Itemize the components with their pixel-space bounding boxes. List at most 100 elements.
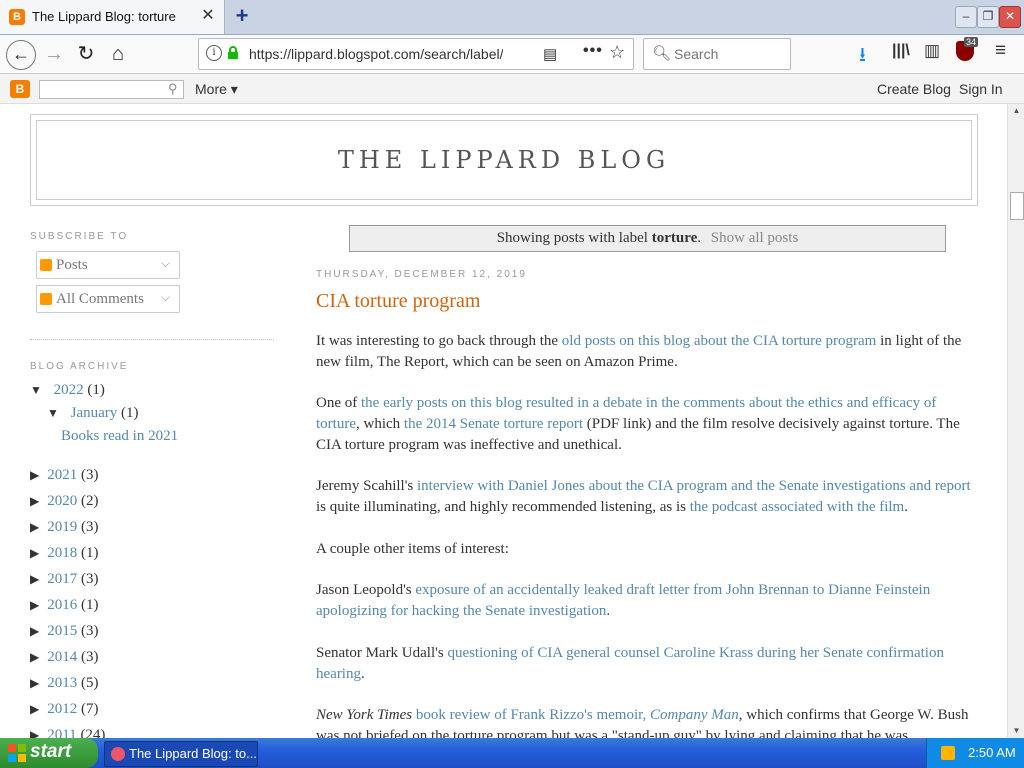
text: New York Times: [316, 707, 413, 723]
new-tab-button[interactable]: +: [231, 4, 253, 28]
post-paragraph: Jason Leopold's exposure of an accidenta…: [316, 580, 978, 622]
subscribe-heading: SUBSCRIBE TO: [30, 231, 129, 242]
archive-year-label[interactable]: 2018: [47, 545, 77, 561]
archive-year-label[interactable]: 2014: [47, 649, 77, 665]
post-link[interactable]: old posts on this blog about the CIA tor…: [562, 333, 877, 349]
system-tray: 2:50 AM: [926, 738, 1024, 768]
archive-year-label[interactable]: 2022: [54, 382, 84, 398]
sidebar-toggle-icon[interactable]: ▥: [924, 41, 940, 61]
page-scrollbar[interactable]: ▲ ▼: [1007, 104, 1024, 738]
reader-view-icon[interactable]: ▤: [543, 45, 557, 63]
triangle-down-icon[interactable]: ▼: [47, 406, 59, 420]
archive-year-item[interactable]: ▶ 2019 (3): [30, 519, 98, 536]
archive-year-label[interactable]: 2019: [47, 519, 77, 535]
search-bar[interactable]: 🔍︎: [643, 38, 791, 70]
create-blog-link[interactable]: Create Blog: [877, 81, 951, 97]
home-button[interactable]: ⌂: [104, 40, 132, 68]
tray-icon[interactable]: [941, 746, 955, 760]
post-link[interactable]: the 2014 Senate torture report: [404, 416, 583, 432]
archive-year-label[interactable]: 2016: [47, 597, 77, 613]
post-link[interactable]: the podcast associated with the film: [690, 499, 905, 515]
triangle-right-icon[interactable]: ▶: [30, 468, 39, 482]
triangle-right-icon[interactable]: ▶: [30, 676, 39, 690]
archive-year-item[interactable]: ▶ 2014 (3): [30, 649, 98, 666]
triangle-right-icon[interactable]: ▶: [30, 702, 39, 716]
search-input[interactable]: [674, 45, 784, 63]
show-all-posts-link[interactable]: Show all posts: [711, 230, 799, 246]
archive-year-label[interactable]: 2015: [47, 623, 77, 639]
archive-year-label[interactable]: 2012: [47, 701, 77, 717]
archive-year-item[interactable]: ▶ 2018 (1): [30, 545, 98, 562]
text: .: [904, 499, 908, 515]
page-actions-icon[interactable]: •••: [583, 42, 603, 60]
archive-year-item[interactable]: ▶ 2015 (3): [30, 623, 98, 640]
subscribe-posts-dropdown[interactable]: Posts ⌵: [36, 251, 180, 279]
search-icon[interactable]: ⚲: [168, 81, 178, 97]
triangle-right-icon[interactable]: ▶: [30, 546, 39, 560]
archive-year-label[interactable]: 2021: [47, 467, 77, 483]
archive-month-item[interactable]: ▼ January (1): [47, 405, 139, 422]
blogger-logo-icon[interactable]: B: [10, 80, 30, 98]
hamburger-menu-icon[interactable]: ≡: [995, 40, 1006, 62]
triangle-right-icon[interactable]: ▶: [30, 650, 39, 664]
triangle-right-icon[interactable]: ▶: [30, 494, 39, 508]
clock[interactable]: 2:50 AM: [968, 745, 1016, 760]
search-icon: 🔍︎: [652, 45, 672, 62]
archive-count: (3): [80, 519, 99, 535]
window-maximize-button[interactable]: ❐: [977, 6, 999, 28]
info-icon[interactable]: i: [206, 45, 222, 61]
text: Company Man: [650, 707, 739, 723]
back-button[interactable]: ←: [6, 40, 36, 70]
label-name: torture: [651, 230, 698, 246]
tab-close-icon[interactable]: ✕: [198, 6, 218, 26]
archive-year-item[interactable]: ▶ 2017 (3): [30, 571, 98, 588]
archive-year-item[interactable]: ▶ 2013 (5): [30, 675, 98, 692]
archive-year-item[interactable]: ▼ 2022 (1): [30, 382, 105, 399]
window-close-button[interactable]: ✕: [999, 6, 1021, 28]
library-icon[interactable]: |||\: [892, 42, 910, 60]
archive-year-item[interactable]: ▶ 2021 (3): [30, 467, 98, 484]
text: Jason Leopold's: [316, 582, 416, 598]
archive-month-label[interactable]: January: [71, 405, 118, 421]
more-menu-button[interactable]: More ▾: [195, 81, 238, 98]
archive-year-item[interactable]: ▶ 2020 (2): [30, 493, 98, 510]
archive-year-item[interactable]: ▶ 2012 (7): [30, 701, 98, 718]
scroll-up-arrow-icon[interactable]: ▲: [1008, 104, 1024, 118]
post-link[interactable]: Company Man: [650, 707, 739, 723]
subscribe-comments-dropdown[interactable]: All Comments ⌵: [36, 285, 180, 313]
forward-button[interactable]: →: [40, 40, 68, 68]
archive-year-label[interactable]: 2020: [47, 493, 77, 509]
text: One of: [316, 395, 361, 411]
triangle-right-icon[interactable]: ▶: [30, 572, 39, 586]
download-icon[interactable]: ⭳: [859, 40, 866, 74]
start-button[interactable]: start: [0, 738, 98, 768]
archive-count: (3): [80, 623, 99, 639]
post-link[interactable]: book review of Frank Rizzo's memoir,: [412, 707, 650, 723]
taskbar-window-button[interactable]: The Lippard Blog: to...: [104, 741, 258, 767]
window-minimize-button[interactable]: –: [955, 6, 977, 28]
scroll-down-arrow-icon[interactable]: ▼: [1008, 724, 1024, 738]
triangle-down-icon[interactable]: ▼: [30, 383, 42, 397]
reload-button[interactable]: ↻: [72, 40, 100, 68]
post-paragraph: A couple other items of interest:: [316, 539, 978, 560]
blog-title[interactable]: THE LIPPARD BLOG: [37, 146, 971, 174]
scrollbar-thumb[interactable]: [1010, 192, 1024, 220]
triangle-right-icon[interactable]: ▶: [30, 598, 39, 612]
address-bar[interactable]: i https://lippard.blogspot.com/search/la…: [198, 38, 634, 70]
archive-year-label[interactable]: 2013: [47, 675, 77, 691]
url-text[interactable]: https://lippard.blogspot.com/search/labe…: [249, 46, 503, 62]
blog-search-input[interactable]: ⚲: [39, 80, 184, 99]
rss-feed-icon: [40, 259, 52, 271]
archive-year-label[interactable]: 2017: [47, 571, 77, 587]
tab-title: The Lippard Blog: torture: [32, 9, 176, 24]
bookmark-star-icon[interactable]: ☆: [609, 42, 625, 63]
chevron-down-icon: ⌵: [161, 290, 171, 304]
triangle-right-icon[interactable]: ▶: [30, 624, 39, 638]
sign-in-link[interactable]: Sign In: [959, 81, 1003, 97]
post-link[interactable]: interview with Daniel Jones about the CI…: [417, 478, 971, 494]
archive-year-item[interactable]: ▶ 2016 (1): [30, 597, 98, 614]
triangle-right-icon[interactable]: ▶: [30, 520, 39, 534]
archive-post-link[interactable]: Books read in 2021: [61, 428, 178, 445]
post-title[interactable]: CIA torture program: [316, 290, 480, 313]
browser-tab[interactable]: B The Lippard Blog: torture ✕: [0, 0, 225, 34]
